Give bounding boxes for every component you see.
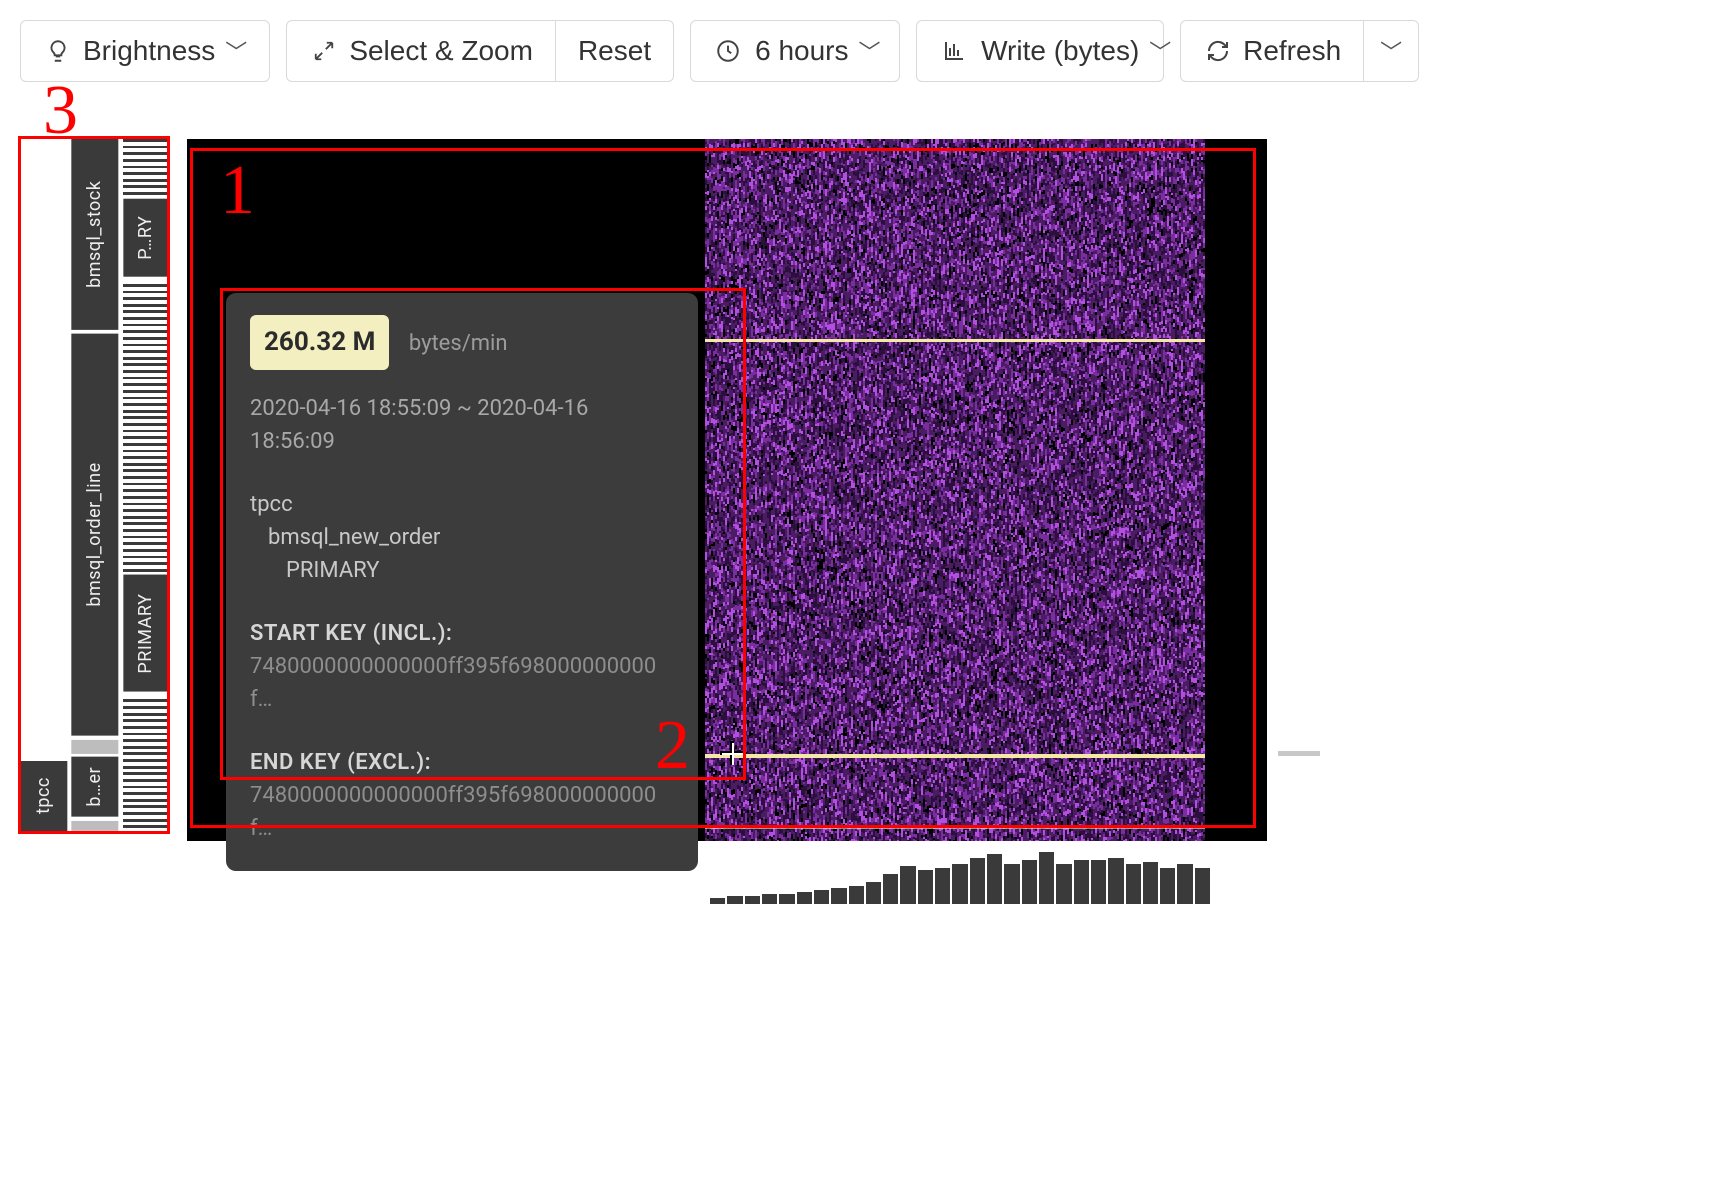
heatmap-tooltip: 260.32 M bytes/min 2020-04-16 18:55:09 ~… (226, 293, 698, 871)
tree-index-stock-primary[interactable]: P…RY (123, 199, 168, 277)
refresh-icon (1203, 36, 1233, 66)
histogram-bar (1126, 864, 1141, 904)
histogram-bar (952, 864, 967, 904)
reset-label: Reset (578, 35, 651, 67)
tree-index-column[interactable]: P…RY PRIMARY (123, 139, 168, 831)
tooltip-end-key: 7480000000000000ff395f698000000000f… (250, 779, 674, 845)
time-range-select[interactable]: 6 hours ﹀ (690, 20, 900, 82)
histogram-bar (918, 870, 933, 904)
tooltip-value: 260.32 M (250, 315, 389, 370)
lightbulb-icon (43, 36, 73, 66)
histogram-bar (900, 866, 915, 904)
tree-table-other[interactable]: b…er (71, 757, 118, 817)
histogram-bar (1022, 860, 1037, 904)
time-histogram[interactable] (710, 849, 1210, 904)
tree-table-small-2[interactable] (71, 821, 118, 831)
histogram-bar (814, 890, 829, 904)
tree-table-stock[interactable]: bmsql_stock (71, 139, 118, 330)
time-range-label: 6 hours (755, 35, 848, 67)
histogram-bar (866, 882, 881, 904)
histogram-bar (1143, 862, 1158, 904)
expand-icon (309, 36, 339, 66)
metric-select[interactable]: Write (bytes) ﹀ (916, 20, 1164, 82)
tooltip-time-range: 2020-04-16 18:55:09 ~ 2020-04-16 18:56:0… (250, 392, 674, 458)
histogram-bar (762, 894, 777, 904)
tooltip-end-key-label: END KEY (EXCL.): (250, 746, 674, 779)
reset-button[interactable]: Reset (556, 20, 674, 82)
histogram-bar (831, 888, 846, 904)
tooltip-start-key: 7480000000000000ff395f698000000000f… (250, 650, 674, 716)
metric-label: Write (bytes) (981, 35, 1139, 67)
histogram-bar (987, 854, 1002, 904)
key-range-tree[interactable]: tpcc bmsql_stock bmsql_order_line b…er P… (20, 139, 168, 831)
histogram-bar (745, 896, 760, 904)
tree-spacer (20, 139, 67, 759)
tree-table-small-1[interactable] (71, 740, 118, 754)
select-zoom-button[interactable]: Select & Zoom (286, 20, 556, 82)
tooltip-db: tpcc (250, 488, 674, 521)
tooltip-start-key-label: START KEY (INCL.): (250, 617, 674, 650)
histogram-bar (727, 896, 742, 904)
right-scroll-indicator[interactable] (1278, 751, 1320, 756)
toolbar: Brightness ﹀ Select & Zoom Reset 6 hours… (20, 20, 1700, 82)
histogram-bar (1074, 860, 1089, 904)
histogram-bar (849, 886, 864, 904)
histogram-bar (1177, 864, 1192, 904)
histogram-bar (1195, 868, 1210, 904)
histogram-bar (883, 874, 898, 904)
histogram-bar (779, 894, 794, 904)
clock-icon (713, 36, 743, 66)
tree-db[interactable]: tpcc (20, 761, 67, 831)
histogram-bar (710, 898, 725, 904)
refresh-label: Refresh (1243, 35, 1341, 67)
refresh-dropdown-button[interactable]: ﹀ (1364, 20, 1419, 82)
histogram-bar (1004, 864, 1019, 904)
tooltip-unit: bytes/min (409, 331, 508, 356)
refresh-button[interactable]: Refresh (1180, 20, 1364, 82)
refresh-button-group: Refresh ﹀ (1180, 20, 1419, 82)
select-zoom-label: Select & Zoom (349, 35, 533, 67)
zoom-button-group: Select & Zoom Reset (286, 20, 674, 82)
histogram-bar (935, 868, 950, 904)
histogram-bar (1091, 860, 1106, 904)
histogram-bar (1039, 852, 1054, 904)
tree-index-orderline-primary[interactable]: PRIMARY (123, 575, 168, 692)
chevron-down-icon: ﹀ (225, 35, 247, 67)
histogram-bar (797, 892, 812, 904)
brightness-button[interactable]: Brightness ﹀ (20, 20, 270, 82)
chevron-down-icon: ﹀ (1380, 35, 1402, 67)
brightness-label: Brightness (83, 35, 215, 67)
chart-icon (939, 36, 969, 66)
histogram-bar (1160, 868, 1175, 904)
histogram-bar (970, 858, 985, 904)
tooltip-index: PRIMARY (286, 554, 674, 587)
chevron-down-icon: ﹀ (859, 35, 881, 67)
histogram-bar (1108, 858, 1123, 904)
histogram-bar (1056, 864, 1071, 904)
crosshair-cursor (722, 743, 744, 765)
chevron-down-icon: ﹀ (1149, 35, 1171, 67)
tree-table-orderline[interactable]: bmsql_order_line (71, 334, 118, 736)
tooltip-table: bmsql_new_order (268, 521, 674, 554)
